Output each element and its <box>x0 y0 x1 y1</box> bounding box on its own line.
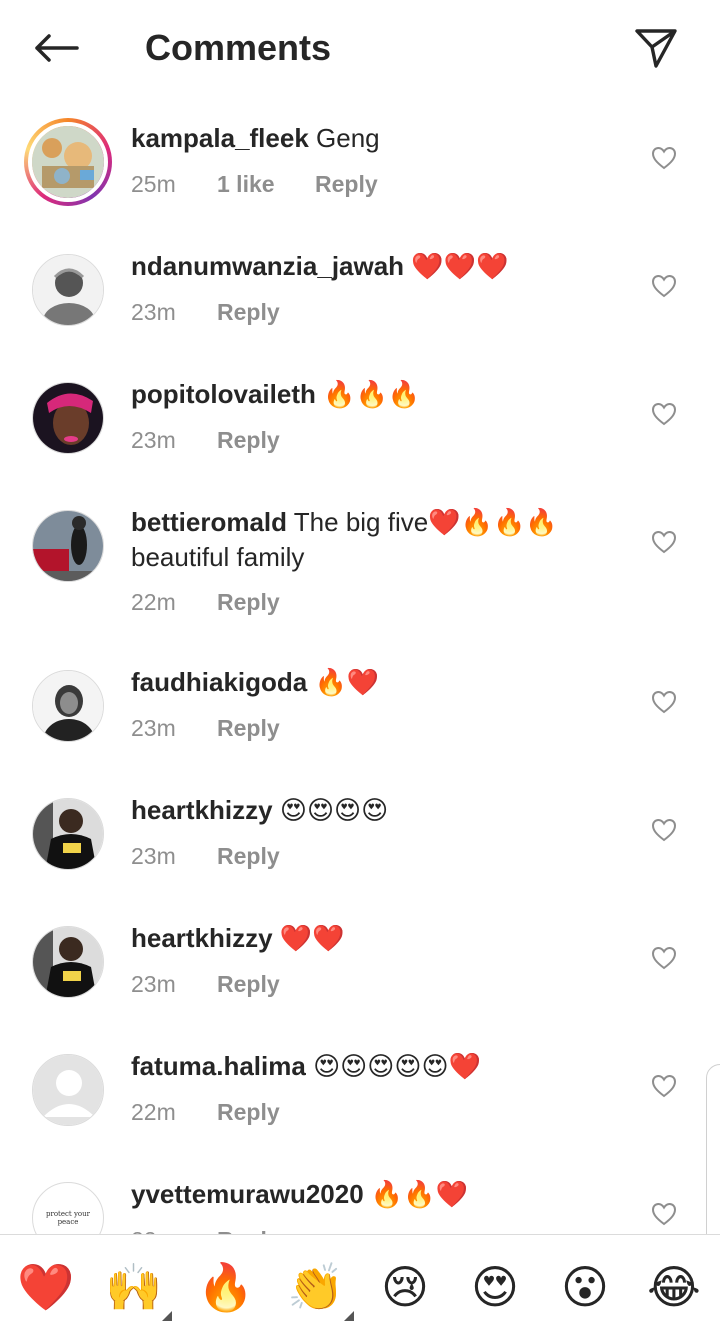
comment-username[interactable]: faudhiakigoda <box>131 667 307 697</box>
direct-message-icon[interactable] <box>628 22 684 74</box>
avatar[interactable] <box>32 670 104 742</box>
emoji-clapping-hands-glyph: 👏 <box>287 1260 345 1314</box>
comment-username[interactable]: popitolovaileth <box>131 379 316 409</box>
comment-text: 😍😍😍😍😍❤️ <box>313 1052 481 1082</box>
reply-button[interactable]: Reply <box>217 713 280 743</box>
emoji-fire-button[interactable]: 🔥 <box>194 1255 258 1319</box>
avatar[interactable] <box>32 510 104 582</box>
like-heart-icon[interactable] <box>648 271 680 301</box>
avatar[interactable] <box>32 926 104 998</box>
comment-text: The big five <box>293 507 429 537</box>
comment-text: 🔥🔥🔥 <box>323 380 421 410</box>
comment-timestamp: 23m <box>131 971 176 997</box>
avatar-text: protect your peace <box>46 1210 90 1226</box>
comment-text: Geng <box>316 123 380 153</box>
reply-button[interactable]: Reply <box>217 969 280 999</box>
comment-text: ❤️❤️❤️ <box>411 252 509 282</box>
avatar[interactable] <box>24 118 112 206</box>
comments-list: kampala_fleek Geng 25m 1 like Reply ndanum… <box>0 96 720 1234</box>
comment-timestamp: 23m <box>131 843 176 869</box>
like-heart-icon[interactable] <box>648 527 680 557</box>
comment-username[interactable]: heartkhizzy <box>131 923 273 953</box>
emoji-surprised-face-button[interactable]: 😮 <box>553 1255 617 1319</box>
comment-username[interactable]: kampala_fleek <box>131 123 309 153</box>
emoji-tears-of-joy-button[interactable]: 😂 <box>642 1255 706 1319</box>
reply-button[interactable]: Reply <box>217 587 280 617</box>
like-heart-icon[interactable] <box>648 815 680 845</box>
like-heart-icon[interactable] <box>648 1199 680 1229</box>
comment-timestamp: 22m <box>131 589 176 615</box>
comment-timestamp: 23m <box>131 427 176 453</box>
comment-username[interactable]: ndanumwanzia_jawah <box>131 251 404 281</box>
comment-timestamp: 22m <box>131 1099 176 1125</box>
emoji-crying-face-button[interactable]: 😢 <box>373 1255 437 1319</box>
comment-text: 🔥❤️ <box>314 668 380 698</box>
reply-button[interactable]: Reply <box>217 425 280 455</box>
skin-tone-indicator-icon <box>162 1311 172 1321</box>
avatar[interactable] <box>32 382 104 454</box>
comment-username[interactable]: fatuma.halima <box>131 1051 306 1081</box>
emoji-raising-hands-glyph: 🙌 <box>105 1260 163 1314</box>
avatar[interactable]: protect your peace <box>32 1182 104 1234</box>
reply-button[interactable]: Reply <box>315 169 378 199</box>
avatar[interactable] <box>32 254 104 326</box>
emoji-raising-hands-button[interactable]: 🙌 <box>102 1255 172 1321</box>
emoji-clapping-hands-button[interactable]: 👏 <box>284 1255 354 1321</box>
comment-username[interactable]: bettieromald <box>131 507 287 537</box>
comment-timestamp: 22m <box>131 1225 217 1234</box>
like-heart-icon[interactable] <box>648 943 680 973</box>
avatar[interactable] <box>32 1054 104 1126</box>
back-arrow-icon[interactable] <box>28 24 84 72</box>
reply-button[interactable]: Reply <box>217 1225 280 1234</box>
skin-tone-indicator-icon <box>344 1311 354 1321</box>
comment-timestamp: 23m <box>131 299 176 325</box>
like-heart-icon[interactable] <box>648 143 680 173</box>
page-title: Comments <box>145 27 332 68</box>
emoji-red-heart-button[interactable]: ❤️ <box>14 1255 78 1319</box>
comment-text-line2: beautiful family <box>131 542 305 572</box>
reply-button[interactable]: Reply <box>217 297 280 327</box>
comment-username[interactable]: yvettemurawu2020 <box>131 1179 364 1209</box>
comment-text: 🔥🔥❤️ <box>370 1180 469 1210</box>
comment-timestamp: 23m <box>131 715 176 741</box>
avatar[interactable] <box>32 798 104 870</box>
like-heart-icon[interactable] <box>648 1071 680 1101</box>
likes-count-link[interactable]: 1 like <box>217 169 315 199</box>
comment-text: ❤️❤️ <box>279 924 345 954</box>
reply-button[interactable]: Reply <box>217 841 280 871</box>
header: Comments <box>0 0 720 96</box>
like-heart-icon[interactable] <box>648 687 680 717</box>
comment-username[interactable]: heartkhizzy <box>131 795 273 825</box>
comment-emojis: ❤️🔥🔥🔥 <box>428 508 558 538</box>
comment-text: 😍😍😍😍 <box>279 796 389 826</box>
comment-timestamp: 25m <box>131 171 176 197</box>
emoji-heart-eyes-button[interactable]: 😍 <box>463 1255 527 1319</box>
like-heart-icon[interactable] <box>648 399 680 429</box>
emoji-quick-bar: ❤️ 🙌 🔥 👏 😢 😍 😮 😂 <box>0 1234 720 1338</box>
reply-button[interactable]: Reply <box>217 1097 280 1127</box>
